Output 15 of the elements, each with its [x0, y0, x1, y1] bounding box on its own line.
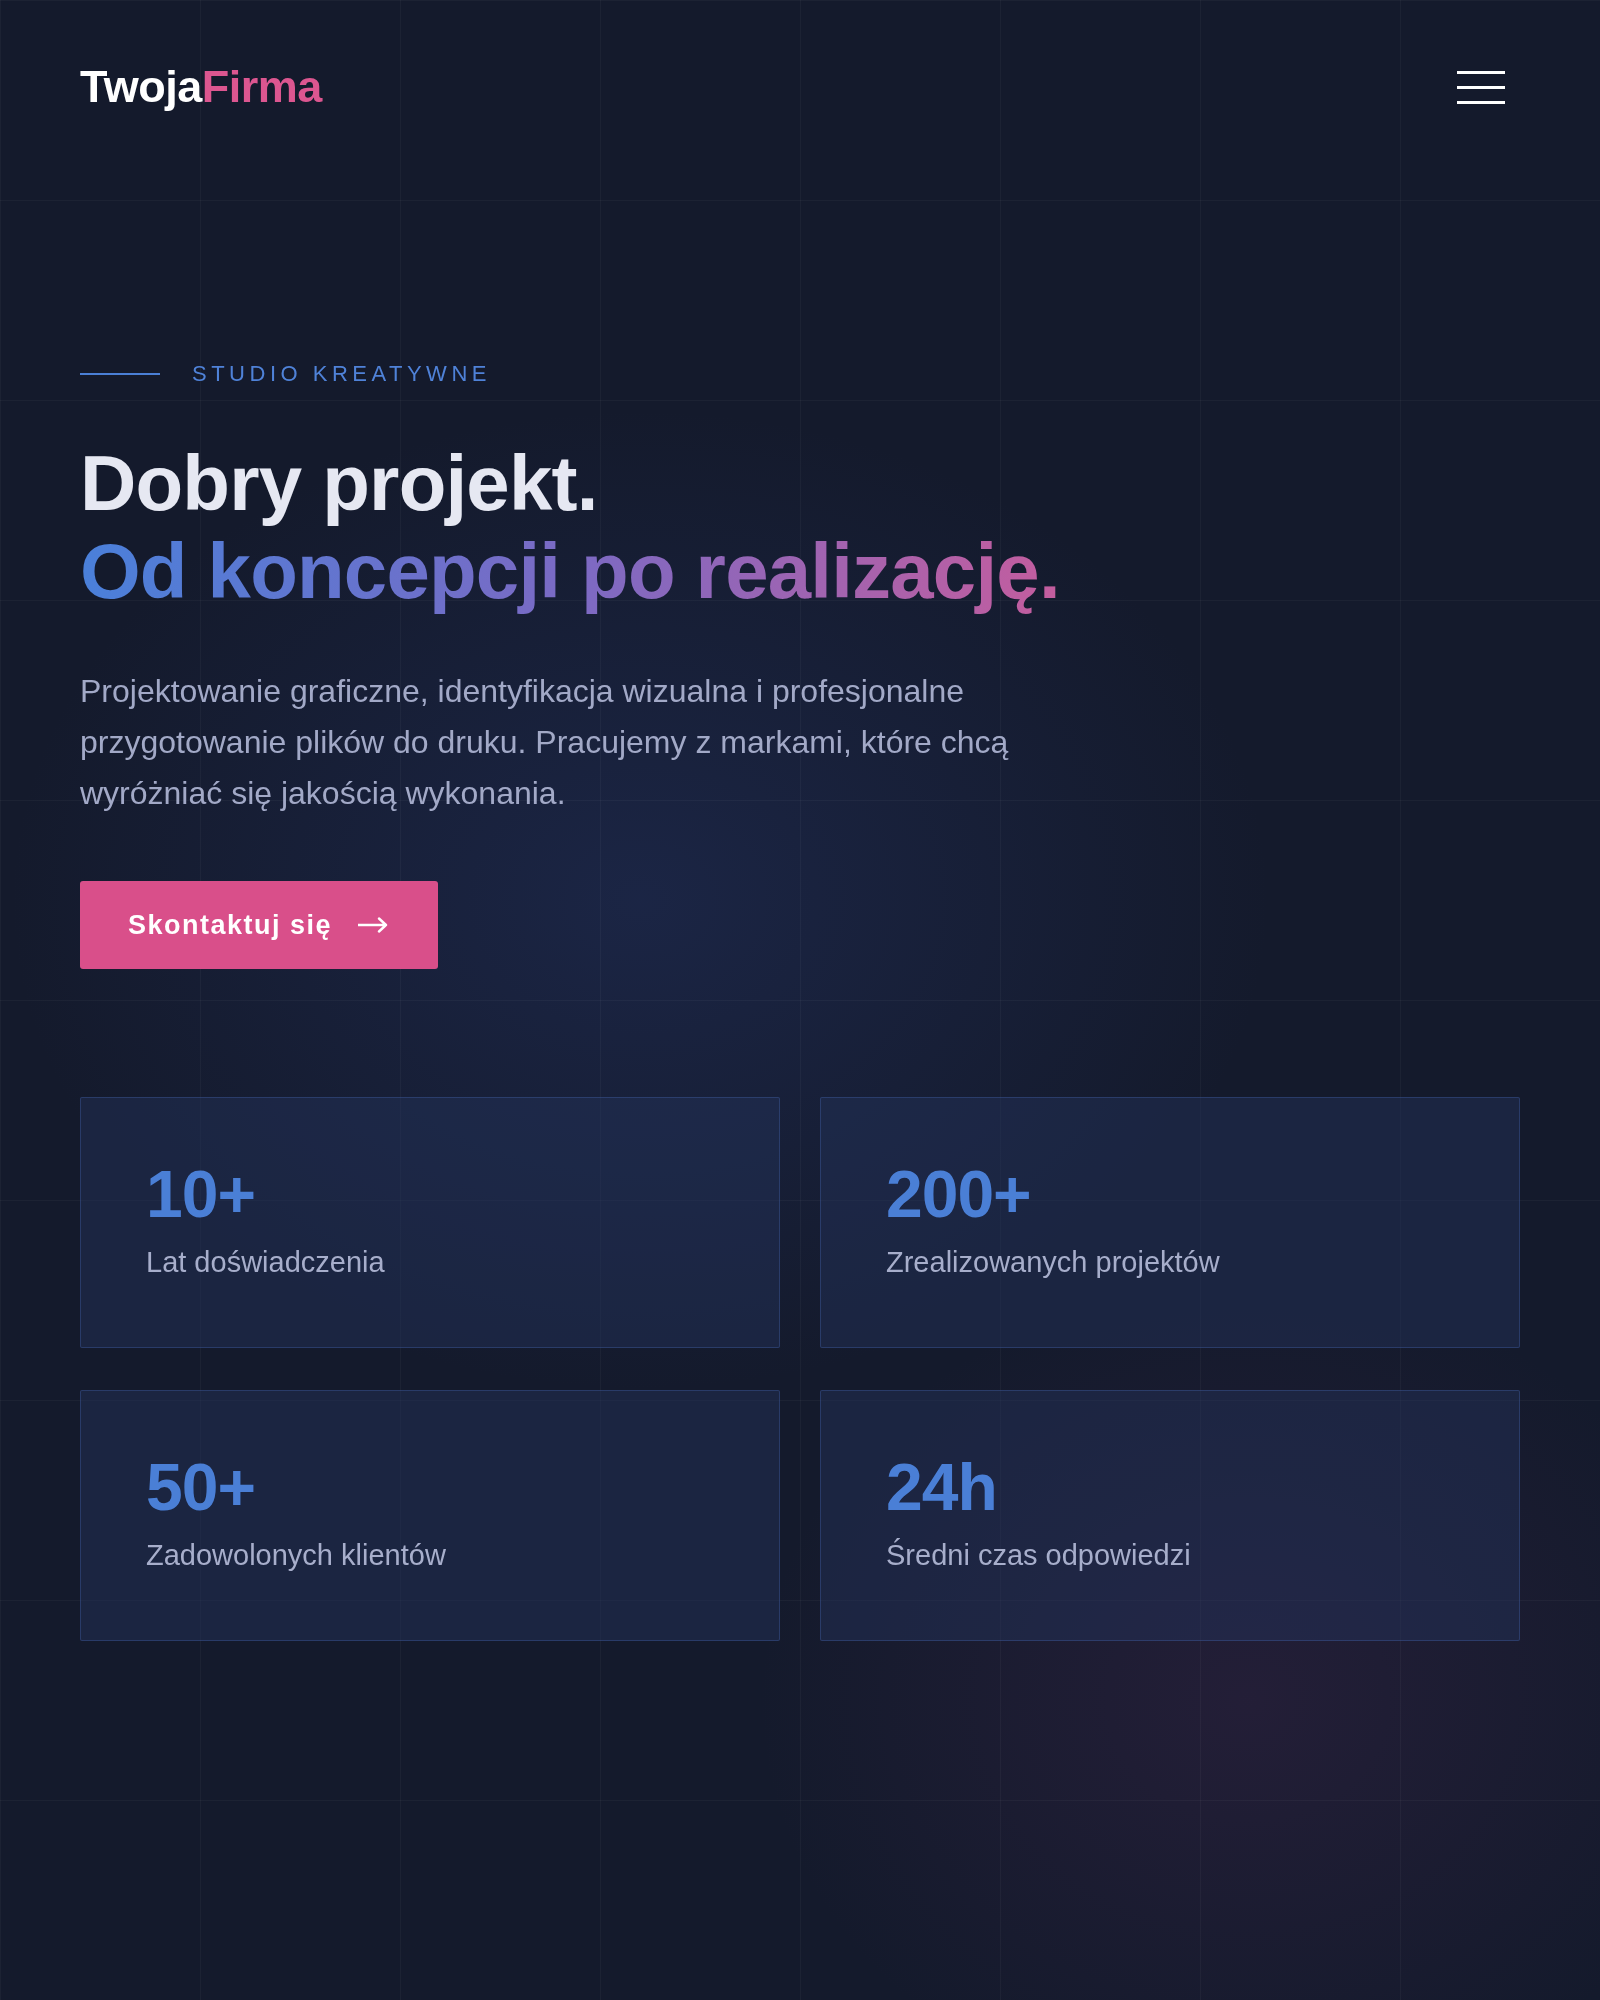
contact-button[interactable]: Skontaktuj się	[80, 881, 439, 969]
arrow-right-icon	[358, 917, 389, 933]
headline-text: Dobry projekt.	[80, 439, 598, 527]
menu-icon[interactable]	[1457, 70, 1505, 104]
stat-label: Średni czas odpowiedzi	[886, 1537, 1191, 1573]
description-text: Projektowanie graficzne, identyfikacja wizualna i profesjonalne przygotowanie plików do druku. Pracujemy z markami, które chcą wyróżniać się jakością wykonania.	[80, 672, 1010, 813]
stat-label: Zrealizowanych projektów	[886, 1245, 1220, 1280]
stat-value: 10+	[146, 1158, 255, 1231]
logo-wordmark[interactable]: TwojaFirma	[80, 62, 322, 112]
stat-label: Zadowolonych klientów	[146, 1538, 446, 1573]
eyebrow-text: STUDIO KREATYWNE	[192, 361, 491, 387]
stat-label: Lat doświadczenia	[146, 1245, 385, 1280]
stat-value: 200+	[886, 1158, 1031, 1231]
stat-value: 50+	[146, 1451, 255, 1524]
stat-value: 24h	[886, 1451, 997, 1524]
